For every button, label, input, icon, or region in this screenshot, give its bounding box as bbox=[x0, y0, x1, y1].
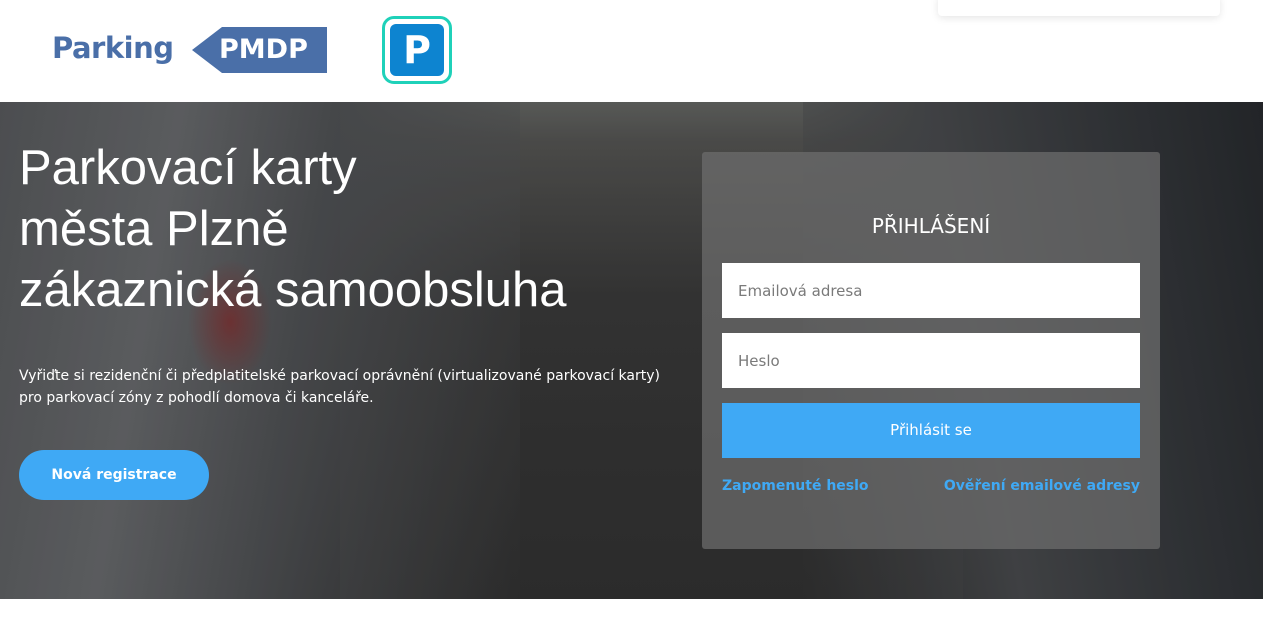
hero-description-line-1: Vyřiďte si rezidenční či předplatitelské… bbox=[19, 368, 660, 384]
new-registration-button[interactable]: Nová registrace bbox=[19, 450, 209, 500]
hero-section: Parkovací karty města Plzně zákaznická s… bbox=[0, 102, 1263, 599]
forgot-password-link[interactable]: Zapomenuté heslo bbox=[722, 477, 869, 495]
pmdp-logo-badge[interactable]: PMDP bbox=[192, 27, 327, 73]
parking-p-logo[interactable]: P bbox=[382, 16, 452, 84]
hero-description-line-2: pro parkovací zóny z pohodlí domova či k… bbox=[19, 390, 374, 406]
hero-title-line-2: města Plzně bbox=[19, 202, 289, 256]
login-title: PŘIHLÁŠENÍ bbox=[871, 214, 991, 238]
site-header: Parking PMDP P bbox=[0, 0, 1263, 102]
login-button[interactable]: Přihlásit se bbox=[722, 403, 1140, 458]
top-dropdown-edge bbox=[938, 0, 1220, 16]
page-below-hero bbox=[0, 599, 1263, 623]
hero-description: Vyřiďte si rezidenční či předplatitelské… bbox=[19, 365, 699, 409]
verify-email-link[interactable]: Ověření emailové adresy bbox=[944, 477, 1140, 495]
login-panel: PŘIHLÁŠENÍ Přihlásit se Zapomenuté heslo… bbox=[702, 152, 1160, 549]
parking-logo-text[interactable]: Parking bbox=[52, 30, 174, 66]
hero-title-line-3: zákaznická samoobsluha bbox=[19, 263, 567, 317]
parking-p-icon: P bbox=[390, 24, 444, 76]
hero-title-line-1: Parkovací karty bbox=[19, 141, 357, 195]
hero-title: Parkovací karty města Plzně zákaznická s… bbox=[19, 138, 699, 321]
email-input[interactable] bbox=[722, 263, 1140, 318]
password-input[interactable] bbox=[722, 333, 1140, 388]
